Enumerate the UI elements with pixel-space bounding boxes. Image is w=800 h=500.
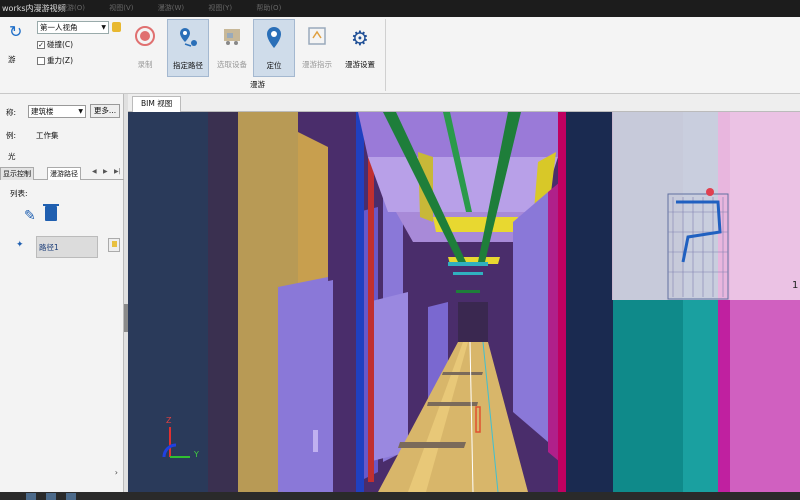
locate-label: 定位	[266, 61, 282, 70]
edit-icon[interactable]: ✎	[24, 208, 36, 224]
corridor-scene	[128, 112, 800, 492]
axis-y-label: Y	[194, 450, 199, 459]
more-button[interactable]: 更多...	[90, 104, 120, 118]
ribbon-group-label: 漫游	[250, 80, 265, 89]
path-pin-icon	[175, 26, 201, 52]
record-label: 录制	[137, 60, 153, 69]
panel-tabs: 显示控制 漫游路径 ◀ ▶ ▶|	[0, 167, 124, 180]
view-tab-bar: BIM 视图	[128, 94, 800, 112]
path-icon: ✦	[16, 240, 24, 250]
status-icon[interactable]	[26, 493, 36, 500]
path-marker-icon[interactable]	[108, 238, 120, 252]
select-equipment-label: 选取设备	[217, 60, 247, 69]
example-label: 例:	[6, 131, 17, 140]
walk-indicator-button[interactable]: 漫游指示	[296, 19, 338, 77]
panel-scrollbar[interactable]: ›	[0, 468, 124, 478]
lock-icon[interactable]	[112, 22, 121, 32]
walk-settings-button[interactable]: ⚙ 漫游设置	[339, 19, 381, 77]
viewpoint-select-value: 第一人视角	[40, 23, 78, 32]
walk-indicator-label: 漫游指示	[302, 60, 332, 69]
menu-bar: 漫游(O) 视图(V) 漫游(W) 视图(Y) 帮助(O)	[60, 3, 303, 13]
menu-item[interactable]: 帮助(O)	[256, 4, 281, 12]
viewpoint-select[interactable]: 第一人视角 ▼	[37, 21, 109, 34]
indicator-icon	[304, 25, 330, 51]
menu-item[interactable]: 漫游(W)	[158, 4, 184, 12]
chevron-down-icon: ▼	[101, 24, 106, 31]
walkthrough-button[interactable]: ↻ 游	[0, 17, 33, 77]
building-select-value: 建筑楼	[31, 107, 54, 116]
ribbon-separator	[385, 19, 386, 91]
ribbon: ↻ 游 第一人视角 ▼ ✓ 碰撞(C) 重力(Z) 录制 指定路径 选取设备 定位…	[0, 17, 800, 94]
scroll-right-icon[interactable]: ›	[115, 468, 118, 477]
overlay-number: 1	[792, 280, 799, 291]
specify-path-button[interactable]: 指定路径	[167, 19, 209, 77]
bim-3d-viewport[interactable]: Z Y 1	[128, 112, 800, 492]
side-panel: 称: 建筑楼 ▼ 更多... 例: 工作集 光 显示控制 漫游路径 ◀ ▶ ▶|…	[0, 94, 124, 492]
tab-prev-icon[interactable]: ◀	[92, 168, 97, 175]
axis-z-label: Z	[166, 416, 172, 425]
record-button[interactable]: 录制	[124, 19, 166, 77]
menu-item[interactable]: 漫游(O)	[60, 4, 85, 12]
status-icon[interactable]	[46, 493, 56, 500]
workset-value: 工作集	[36, 131, 59, 140]
tab-next-icon[interactable]: ▶	[103, 168, 108, 175]
menu-item[interactable]: 视图(Y)	[208, 4, 232, 12]
walk-settings-label: 漫游设置	[345, 60, 375, 69]
status-icon[interactable]	[66, 493, 76, 500]
equipment-icon	[219, 25, 245, 51]
light-label: 光	[8, 152, 16, 161]
gravity-label: 重力(Z)	[47, 56, 73, 65]
tab-walk-path[interactable]: 漫游路径	[47, 167, 81, 180]
collision-label: 碰撞(C)	[47, 40, 74, 49]
tab-bim-view[interactable]: BIM 视图	[132, 96, 182, 112]
chevron-down-icon: ▼	[78, 108, 83, 115]
tab-display-control[interactable]: 显示控制	[0, 167, 34, 180]
name-label: 称:	[6, 108, 17, 117]
tab-last-icon[interactable]: ▶|	[114, 168, 121, 175]
menu-item[interactable]: 视图(V)	[109, 4, 133, 12]
building-select[interactable]: 建筑楼 ▼	[28, 105, 86, 118]
collision-checkbox[interactable]: ✓ 碰撞(C)	[37, 38, 73, 51]
window-title: works内漫游视频	[2, 4, 66, 13]
locate-button[interactable]: 定位	[253, 19, 295, 77]
walkthrough-label: 游	[8, 55, 16, 64]
check-icon: ✓	[37, 41, 45, 49]
specify-path-label: 指定路径	[173, 61, 203, 70]
path-list-item[interactable]: 路径1	[36, 236, 98, 258]
gravity-checkbox[interactable]: 重力(Z)	[37, 54, 73, 67]
checkbox-box	[37, 57, 45, 65]
locate-pin-icon	[261, 26, 287, 52]
status-bar	[0, 492, 800, 500]
record-icon	[132, 25, 158, 51]
title-bar: works内漫游视频 漫游(O) 视图(V) 漫游(W) 视图(Y) 帮助(O)	[0, 0, 800, 17]
walkthrough-icon: ↻	[9, 22, 23, 41]
gear-icon: ⚙	[351, 26, 369, 50]
select-equipment-button[interactable]: 选取设备	[211, 19, 253, 77]
list-label: 列表:	[10, 189, 28, 198]
trash-icon[interactable]	[43, 204, 59, 221]
